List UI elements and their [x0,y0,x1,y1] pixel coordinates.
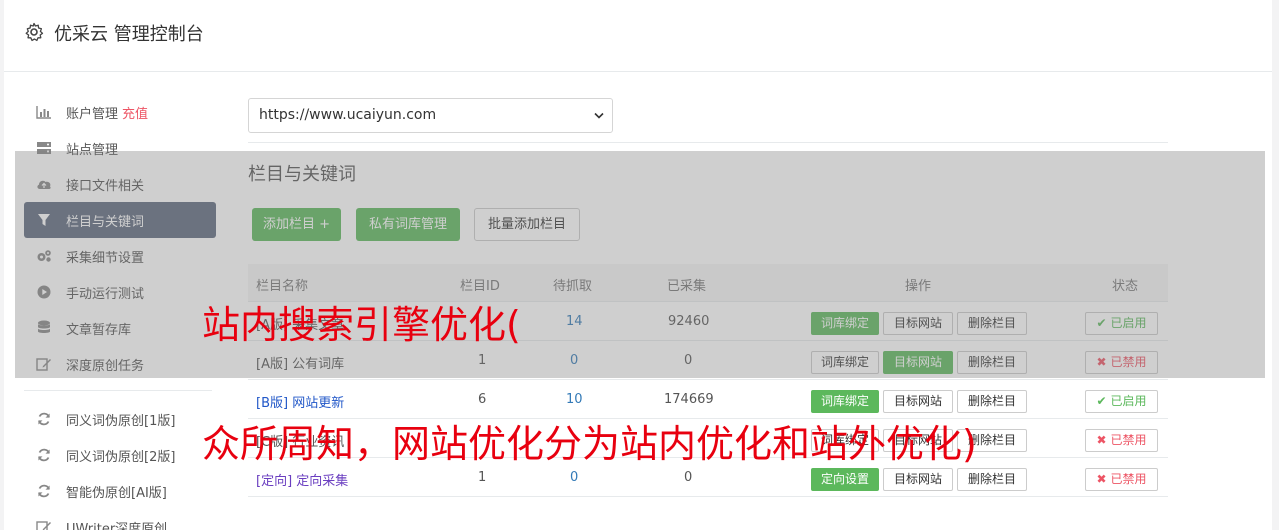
delete-column-button[interactable]: 删除栏目 [957,468,1027,491]
refresh-icon [36,483,52,499]
status-toggle[interactable]: ✖ 已禁用 [1085,468,1158,491]
lexicon-bind-button[interactable]: 词库绑定 [811,390,879,413]
check-icon: ✔ [1096,394,1107,408]
page-title: 优采云 管理控制台 [54,24,204,45]
collected-count: 0 [684,470,693,485]
refresh-icon [36,447,52,463]
target-site-button[interactable]: 目标网站 [883,468,953,491]
sidebar-item-uwriter[interactable]: UWriter深度原创 [24,509,216,530]
status-toggle[interactable]: ✔ 已启用 [1085,390,1158,413]
status-toggle[interactable]: ✖ 已禁用 [1085,429,1158,452]
collected-count: 174669 [664,392,714,407]
close-icon: ✖ [1096,472,1107,486]
watermark-line-1: 站内搜索引擎优化( [202,303,521,347]
sidebar-divider [24,390,212,391]
refresh-icon [36,411,52,427]
bar-chart-icon [36,104,52,120]
target-site-button[interactable]: 目标网站 [883,390,953,413]
column-id: 1 [478,470,487,485]
sidebar-item-label: 账户管理 [66,106,119,122]
chevron-down-icon [594,112,604,119]
sidebar-item-synonym-v1[interactable]: 同义词伪原创[1版] [24,401,216,437]
status-label: 已禁用 [1110,472,1147,486]
sidebar-item-label: UWriter深度原创 [66,521,168,530]
column-name[interactable]: [定向] 定向采集 [256,470,348,489]
edit-icon [36,519,52,530]
sidebar-item-synonym-v2[interactable]: 同义词伪原创[2版] [24,437,216,473]
watermark-line-2: 众所周知，网站优化分为站内优化和站外优化) [202,422,977,466]
close-icon: ✖ [1096,433,1107,447]
sidebar-item-label: 同义词伪原创[1版] [66,413,176,429]
recharge-link[interactable]: 充值 [122,103,148,122]
column-name[interactable]: [B版] 网站更新 [256,392,344,411]
sidebar-item-account[interactable]: 账户管理 充值 [24,94,216,130]
gear-icon [25,22,44,42]
pending-count[interactable]: 0 [570,470,578,485]
status-label: 已禁用 [1110,433,1147,447]
page: 优采云 管理控制台 账户管理 充值 站点管理 接口文件相关 栏目与关键词 采集细… [0,0,1279,530]
site-select[interactable]: https://www.ucaiyun.com [248,98,613,133]
header: 优采云 管理控制台 [4,0,1272,72]
sidebar-item-ai-original[interactable]: 智能伪原创[AI版] [24,473,216,509]
status-label: 已启用 [1110,394,1147,408]
directed-setting-button[interactable]: 定向设置 [811,468,879,491]
pending-count[interactable]: 10 [566,392,583,407]
site-select-value: https://www.ucaiyun.com [259,107,437,123]
column-id: 6 [478,392,487,407]
sidebar-item-label: 智能伪原创[AI版] [66,485,167,501]
sidebar-item-label: 同义词伪原创[2版] [66,449,176,465]
delete-column-button[interactable]: 删除栏目 [957,390,1027,413]
divider [248,142,1168,143]
